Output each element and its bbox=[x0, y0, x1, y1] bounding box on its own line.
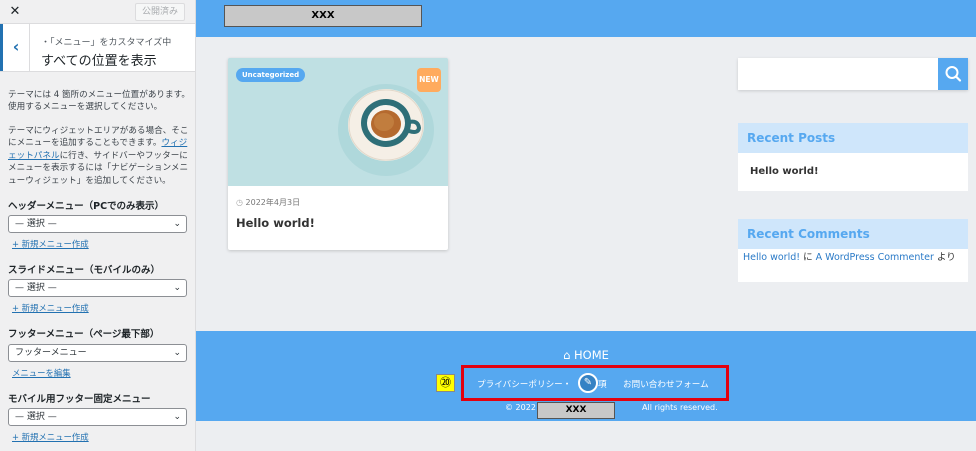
create-menu-link[interactable]: + 新規メニュー作成 bbox=[12, 302, 89, 314]
comment-connector: に bbox=[800, 252, 816, 263]
comment-post-link[interactable]: Hello world! bbox=[743, 252, 800, 263]
select-value: — 選択 — bbox=[15, 283, 57, 293]
chevron-left-icon[interactable]: ‹ bbox=[0, 24, 30, 71]
customizer-sidebar: ✕ 公開済み ‹ ・「メニュー」をカスタマイズ中 すべての位置を表示 テーマには… bbox=[0, 0, 196, 451]
site-name-placeholder: XXX bbox=[537, 402, 615, 419]
section-header: ‹ ・「メニュー」をカスタマイズ中 すべての位置を表示 bbox=[0, 24, 195, 72]
description-text: テーマには 4 箇所のメニュー位置があります。使用するメニューを選択してください… bbox=[8, 90, 190, 113]
recent-comments-title: Recent Comments bbox=[738, 219, 968, 249]
home-label: HOME bbox=[574, 348, 609, 362]
new-badge: NEW bbox=[417, 68, 441, 92]
edit-shortcut-pencil-icon[interactable]: ✎ bbox=[578, 373, 598, 393]
location-select[interactable]: — 選択 — ⌄ bbox=[8, 279, 187, 297]
copyright-year: © 2022 bbox=[505, 403, 536, 412]
comment-author-link[interactable]: A WordPress Commenter bbox=[816, 252, 934, 263]
copyright-rights: All rights reserved. bbox=[642, 403, 718, 412]
close-icon[interactable]: ✕ bbox=[0, 0, 30, 24]
footer-menu-item-contact[interactable]: お問い合わせフォーム bbox=[623, 378, 709, 390]
home-icon: ⌂ bbox=[563, 348, 571, 362]
chevron-down-icon: ⌄ bbox=[173, 348, 181, 358]
date-text: 2022年4月3日 bbox=[245, 198, 301, 207]
recent-comments-widget: Hello world! に A WordPress Commenter より bbox=[738, 249, 968, 282]
breadcrumb: ・「メニュー」をカスタマイズ中 bbox=[41, 38, 172, 48]
site-header: XXX bbox=[196, 0, 976, 37]
chevron-down-icon: ⌄ bbox=[173, 412, 181, 422]
post-thumbnail[interactable]: Uncategorized NEW bbox=[228, 58, 448, 186]
select-value: フッターメニュー bbox=[15, 348, 87, 358]
post-title[interactable]: Hello world! bbox=[236, 216, 315, 230]
location-label: フッターメニュー（ページ最下部） bbox=[8, 329, 160, 340]
site-preview: XXX Uncategorized NEW ◷ 2022年4月3日 Hello … bbox=[196, 0, 976, 451]
comment-entry: Hello world! に A WordPress Commenter より bbox=[743, 251, 968, 264]
site-footer: ⌂ HOME ⑳ プライバシーポリシー・ 事項 ✎ お問い合わせフォーム © 20… bbox=[196, 331, 976, 421]
create-menu-link[interactable]: + 新規メニュー作成 bbox=[12, 431, 89, 443]
chevron-down-icon: ⌄ bbox=[173, 219, 181, 229]
section-title: すべての位置を表示 bbox=[41, 54, 157, 69]
location-label: スライドメニュー（モバイルのみ） bbox=[8, 265, 161, 276]
customizer-topbar: ✕ 公開済み bbox=[0, 0, 195, 24]
search-button[interactable] bbox=[938, 58, 968, 90]
select-value: — 選択 — bbox=[15, 412, 57, 422]
search-input[interactable] bbox=[738, 58, 968, 90]
privacy-label: プライバシーポリシー・ bbox=[477, 380, 572, 390]
publish-button[interactable]: 公開済み bbox=[134, 3, 185, 21]
post-date: ◷ 2022年4月3日 bbox=[236, 197, 300, 208]
footer-home-link[interactable]: ⌂ HOME bbox=[196, 348, 976, 362]
location-label: ヘッダーメニュー（PCでのみ表示） bbox=[8, 201, 165, 212]
recent-post-link[interactable]: Hello world! bbox=[750, 166, 819, 177]
edit-menu-link[interactable]: メニューを編集 bbox=[12, 367, 71, 379]
clock-icon: ◷ bbox=[236, 198, 243, 207]
select-value: — 選択 — bbox=[15, 219, 57, 229]
recent-posts-title: Recent Posts bbox=[738, 123, 968, 153]
create-menu-link[interactable]: + 新規メニュー作成 bbox=[12, 238, 89, 250]
widget-description: テーマにウィジェットエリアがある場合、そこにメニューを追加することもできます。ウ… bbox=[8, 125, 190, 187]
location-select[interactable]: — 選択 — ⌄ bbox=[8, 408, 187, 426]
search-icon bbox=[945, 66, 962, 82]
annotation-number-badge: ⑳ bbox=[436, 374, 455, 392]
footer-menu-highlight: プライバシーポリシー・ 事項 ✎ お問い合わせフォーム bbox=[461, 365, 729, 401]
location-select[interactable]: フッターメニュー ⌄ bbox=[8, 344, 187, 362]
chevron-down-icon: ⌄ bbox=[173, 283, 181, 293]
category-badge[interactable]: Uncategorized bbox=[236, 68, 306, 82]
post-card[interactable]: Uncategorized NEW ◷ 2022年4月3日 Hello worl… bbox=[228, 58, 448, 250]
site-logo-placeholder[interactable]: XXX bbox=[224, 5, 422, 27]
recent-posts-widget: Hello world! bbox=[738, 153, 968, 191]
location-select[interactable]: — 選択 — ⌄ bbox=[8, 215, 187, 233]
comment-suffix: より bbox=[933, 252, 956, 263]
location-label: モバイル用フッター固定メニュー bbox=[8, 394, 151, 405]
